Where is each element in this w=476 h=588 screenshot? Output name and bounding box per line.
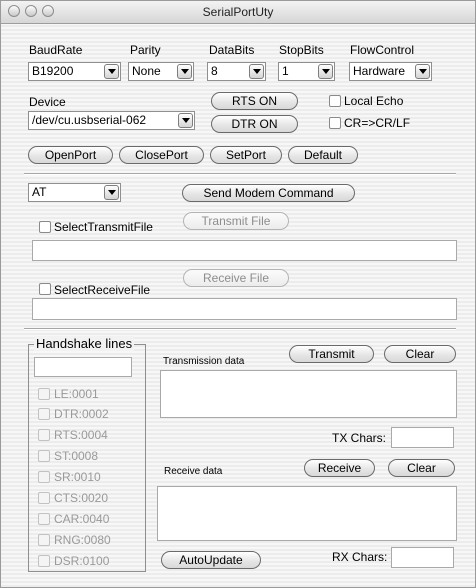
databits-value: 8 [211, 64, 218, 78]
dtr-label: DTR:0002 [54, 407, 109, 421]
dtr-checkbox[interactable] [38, 408, 50, 420]
serialport-window: SerialPortUty BaudRate Parity DataBits S… [0, 0, 476, 588]
chevron-down-icon [177, 64, 192, 79]
window-title: SerialPortUty [202, 5, 274, 19]
stopbits-value: 1 [282, 64, 289, 78]
transmit-clear-button[interactable]: Clear [384, 345, 456, 363]
cr-conversion-checkbox[interactable] [329, 117, 341, 129]
rx-chars-field[interactable] [391, 547, 454, 568]
receive-file-path-field[interactable] [32, 298, 457, 320]
handshake-title: Handshake lines [34, 336, 135, 351]
send-modem-command-button[interactable]: Send Modem Command [182, 184, 355, 202]
cts-checkbox[interactable] [38, 492, 50, 504]
rng-checkbox[interactable] [38, 534, 50, 546]
flowcontrol-value: Hardware [353, 64, 406, 78]
tx-chars-label: TX Chars: [332, 431, 387, 445]
parity-label: Parity [130, 43, 161, 57]
receive-button[interactable]: Receive [304, 459, 375, 477]
sr-checkbox[interactable] [38, 471, 50, 483]
receive-data-label: Receive data [164, 466, 223, 477]
local-echo-label: Local Echo [344, 94, 404, 108]
transmission-data-label: Transmission data [163, 356, 245, 367]
chevron-down-icon [178, 113, 193, 128]
rx-chars-label: RX Chars: [332, 550, 388, 564]
rts-checkbox[interactable] [38, 429, 50, 441]
device-value: /dev/cu.usbserial-062 [32, 113, 147, 127]
flowcontrol-label: FlowControl [350, 43, 415, 57]
transmit-file-button[interactable]: Transmit File [183, 212, 289, 230]
default-button[interactable]: Default [288, 146, 358, 164]
baudrate-label: BaudRate [29, 43, 83, 57]
baudrate-value: B19200 [32, 64, 74, 78]
dsr-checkbox[interactable] [38, 555, 50, 567]
st-checkbox[interactable] [38, 450, 50, 462]
chevron-down-icon [249, 64, 264, 79]
modem-command-value: AT [32, 185, 47, 199]
chevron-down-icon [104, 64, 119, 79]
car-checkbox[interactable] [38, 513, 50, 525]
dsr-label: DSR:0100 [54, 554, 110, 568]
rts-button[interactable]: RTS ON [211, 92, 298, 110]
modem-command-select[interactable]: AT [28, 183, 121, 202]
le-label: LE:0001 [54, 387, 99, 401]
sr-label: SR:0010 [54, 470, 101, 484]
cts-label: CTS:0020 [54, 491, 109, 505]
dtr-button[interactable]: DTR ON [211, 115, 298, 133]
rng-label: RNG:0080 [54, 533, 111, 547]
divider [24, 173, 456, 175]
rts-label: RTS:0004 [54, 428, 108, 442]
parity-value: None [132, 64, 161, 78]
databits-select[interactable]: 8 [207, 62, 266, 81]
title-bar: SerialPortUty [1, 1, 475, 24]
transmit-button[interactable]: Transmit [289, 345, 374, 363]
le-checkbox[interactable] [38, 388, 50, 400]
select-receive-file-label: SelectReceiveFile [54, 283, 151, 297]
set-port-button[interactable]: SetPort [210, 146, 282, 164]
tx-chars-field[interactable] [391, 427, 454, 448]
close-port-button[interactable]: ClosePort [119, 146, 204, 164]
receive-data-textarea[interactable] [157, 486, 457, 541]
chevron-down-icon [415, 64, 430, 79]
autoupdate-button[interactable]: AutoUpdate [161, 551, 261, 569]
cr-conversion-label: CR=>CR/LF [344, 116, 411, 130]
databits-label: DataBits [209, 43, 255, 57]
flowcontrol-select[interactable]: Hardware [349, 62, 432, 81]
stopbits-label: StopBits [279, 43, 324, 57]
st-label: ST:0008 [54, 449, 99, 463]
handshake-value-field[interactable] [34, 357, 132, 377]
divider [24, 328, 456, 330]
device-select[interactable]: /dev/cu.usbserial-062 [28, 111, 195, 130]
open-port-button[interactable]: OpenPort [28, 146, 113, 164]
select-receive-file-checkbox[interactable] [39, 283, 51, 295]
parity-select[interactable]: None [128, 62, 194, 81]
select-transmit-file-checkbox[interactable] [39, 221, 51, 233]
chevron-down-icon [104, 185, 119, 200]
transmission-data-textarea[interactable] [160, 370, 457, 418]
receive-file-button[interactable]: Receive File [183, 269, 289, 287]
local-echo-checkbox[interactable] [329, 95, 341, 107]
stopbits-select[interactable]: 1 [278, 62, 335, 81]
transmit-file-path-field[interactable] [32, 240, 457, 261]
car-label: CAR:0040 [54, 512, 110, 526]
baudrate-select[interactable]: B19200 [28, 62, 121, 81]
select-transmit-file-label: SelectTransmitFile [54, 220, 153, 234]
device-label: Device [29, 95, 66, 109]
chevron-down-icon [318, 64, 333, 79]
receive-clear-button[interactable]: Clear [388, 459, 455, 477]
